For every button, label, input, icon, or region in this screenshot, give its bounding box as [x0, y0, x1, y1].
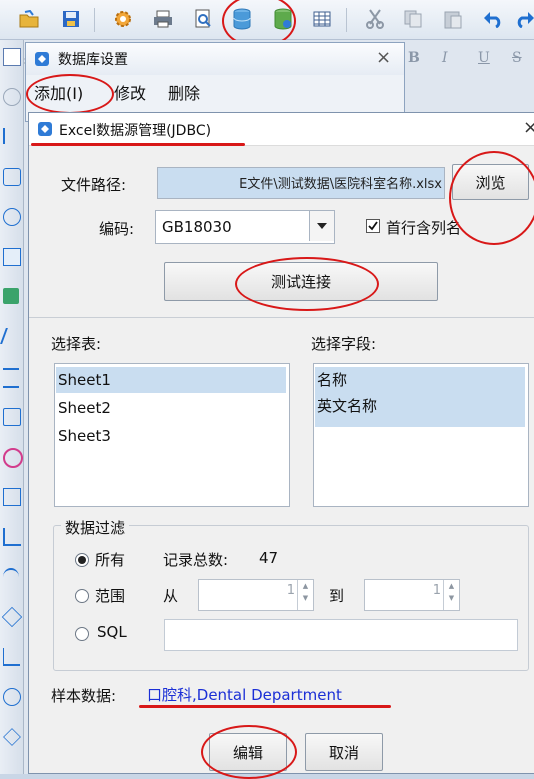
underline-button[interactable]: U [478, 50, 490, 66]
dialog-titlebar: Excel数据源管理(JDBC) × [29, 113, 534, 146]
file-path-label: 文件路径: [61, 176, 127, 194]
encoding-label: 编码: [99, 220, 135, 238]
arc-tool-icon[interactable] [3, 568, 19, 586]
rect-tool-icon[interactable] [3, 168, 21, 186]
list-item[interactable]: Sheet3 [56, 423, 286, 449]
range-to-spinner[interactable]: 1 ▲ ▼ [364, 579, 460, 611]
dialog-logo-icon [38, 122, 52, 136]
strikethrough-button[interactable]: S [512, 50, 522, 66]
db-window-close-button[interactable]: × [376, 47, 391, 68]
shape-tool-icon[interactable] [3, 88, 21, 106]
filter-sql-radio[interactable] [75, 627, 89, 641]
encoding-select[interactable]: GB18030 [155, 210, 335, 244]
range-from-label: 从 [163, 587, 179, 605]
filter-range-label: 范围 [95, 587, 126, 605]
spinner-arrows-icon[interactable]: ▲ ▼ [443, 580, 459, 610]
undo-icon[interactable] [480, 6, 506, 32]
range-to-label: 到 [329, 587, 345, 605]
table-icon[interactable] [309, 6, 335, 32]
line-tool-icon[interactable] [3, 128, 21, 144]
header-row-checkbox[interactable] [366, 219, 380, 233]
total-count-label: 记录总数: [163, 551, 229, 569]
range-from-value: 1 [286, 583, 295, 598]
db-window-titlebar: 数据库设置 × [26, 43, 404, 75]
filter-range-radio[interactable] [75, 589, 89, 603]
settings-icon[interactable] [110, 6, 136, 32]
data-filter-title: 数据过滤 [61, 517, 130, 538]
menu-delete[interactable]: 删除 [168, 80, 200, 104]
color-tool-icon[interactable] [3, 448, 23, 468]
italic-button[interactable]: I [442, 50, 448, 66]
diagonal-tool-icon[interactable] [0, 328, 24, 344]
filter-all-label: 所有 [95, 551, 126, 569]
circle-tool-icon[interactable] [3, 688, 21, 706]
qr-tool-icon[interactable] [3, 488, 21, 506]
annotation-circle-edit [201, 725, 297, 779]
format-bar: B I U S [404, 44, 534, 74]
annotation-underline-title [31, 143, 245, 146]
ellipse-tool-icon[interactable] [3, 208, 21, 226]
redo-icon[interactable] [512, 6, 534, 32]
copy-icon[interactable] [400, 6, 426, 32]
annotation-circle-add [26, 74, 114, 114]
menu-edit[interactable]: 修改 [114, 80, 146, 104]
list-item[interactable]: 名称 [315, 367, 525, 393]
file-path-value: E文件\测试数据\医院科室名称.xlsx [239, 177, 442, 192]
barcode-tool-icon[interactable] [3, 248, 21, 266]
left-tool-strip [0, 40, 24, 774]
print-preview-icon[interactable] [190, 6, 216, 32]
annotation-underline-sample [139, 705, 391, 708]
file-path-input[interactable]: E文件\测试数据\医院科室名称.xlsx [157, 167, 445, 199]
triangle-tool-icon[interactable] [3, 648, 20, 666]
filter-sql-label: SQL [97, 623, 127, 641]
sample-data-label: 样本数据: [51, 687, 117, 705]
excel-datasource-dialog: Excel数据源管理(JDBC) × 文件路径: E文件\测试数据\医院科室名称… [28, 112, 534, 779]
cut-icon[interactable] [362, 6, 388, 32]
range-from-spinner[interactable]: 1 ▲ ▼ [198, 579, 314, 611]
table-list[interactable]: Sheet1 Sheet2 Sheet3 [54, 363, 290, 507]
image-tool-icon[interactable] [3, 288, 19, 304]
rotate-tool-icon[interactable] [3, 728, 21, 746]
dialog-close-button[interactable]: × [523, 117, 534, 138]
field-list[interactable]: 名称 英文名称 [313, 363, 529, 507]
select-table-label: 选择表: [51, 335, 102, 353]
encoding-value: GB18030 [162, 218, 232, 236]
save-icon[interactable] [58, 6, 84, 32]
annotation-circle-test [235, 257, 379, 311]
diamond-tool-icon[interactable] [1, 606, 23, 628]
sql-input[interactable] [164, 619, 518, 651]
print-icon[interactable] [150, 6, 176, 32]
bold-button[interactable]: B [408, 50, 420, 66]
sample-data-value: 口腔科,Dental Department [147, 686, 342, 704]
list-item[interactable]: Sheet1 [56, 367, 286, 393]
filter-all-radio[interactable] [75, 553, 89, 567]
total-count-value: 47 [259, 549, 279, 567]
table-tool-icon[interactable] [3, 408, 21, 426]
list-item[interactable]: Sheet2 [56, 395, 286, 421]
dialog-title: Excel数据源管理(JDBC) [59, 123, 212, 139]
section-divider [29, 317, 534, 318]
range-to-value: 1 [432, 583, 441, 598]
select-field-label: 选择字段: [311, 335, 377, 353]
annotation-circle-browse [449, 151, 534, 245]
db-window-title: 数据库设置 [58, 52, 128, 68]
text-tool-icon[interactable] [3, 48, 21, 66]
checkmark-icon [368, 221, 378, 231]
open-folder-icon[interactable] [16, 6, 42, 32]
paste-icon[interactable] [440, 6, 466, 32]
list-tool-icon[interactable] [3, 368, 19, 388]
corner-tool-icon[interactable] [3, 528, 21, 546]
header-row-label: 首行含列名 [386, 219, 462, 237]
chevron-down-icon[interactable] [309, 211, 334, 241]
app-logo-icon [35, 52, 49, 66]
list-item[interactable]: 英文名称 [315, 393, 525, 427]
cancel-button[interactable]: 取消 [305, 733, 383, 771]
spinner-arrows-icon[interactable]: ▲ ▼ [297, 580, 313, 610]
